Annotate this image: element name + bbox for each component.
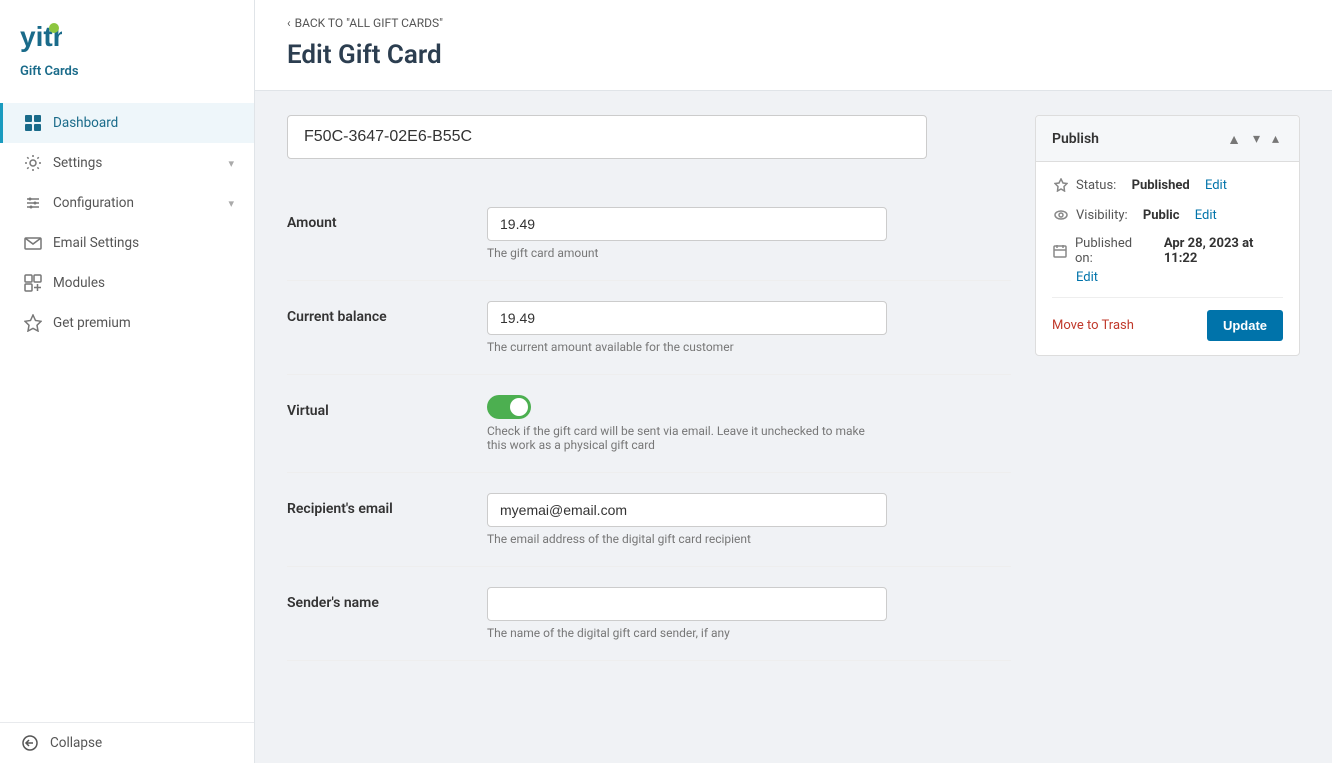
sidebar-item-get-premium[interactable]: Get premium xyxy=(0,303,254,343)
sidebar-item-email-settings[interactable]: Email Settings xyxy=(0,223,254,263)
virtual-toggle-wrap: ✓ xyxy=(487,395,887,419)
amount-input[interactable] xyxy=(487,207,887,241)
page-content-wrapper: Amount The gift card amount Current bala… xyxy=(255,91,1332,685)
balance-field: Current balance The current amount avail… xyxy=(287,281,1011,375)
sidebar-item-settings[interactable]: Settings ▾ xyxy=(0,143,254,183)
sender-name-help: The name of the digital gift card sender… xyxy=(487,626,887,640)
content-area: ‹ BACK TO "ALL GIFT CARDS" Edit Gift Car… xyxy=(255,0,1332,763)
premium-icon xyxy=(23,313,43,333)
published-label: Published on: xyxy=(1075,236,1149,266)
publish-actions: Move to Trash Update xyxy=(1052,297,1283,341)
publish-panel: Publish ▲ ▾ ▴ Status: Published E xyxy=(1035,115,1300,356)
balance-content: The current amount available for the cus… xyxy=(487,301,887,354)
collapse-icon xyxy=(20,733,40,753)
virtual-content: ✓ Check if the gift card will be sent vi… xyxy=(487,395,887,452)
logo-icon: yith xyxy=(20,18,62,54)
logo-area: yith xyxy=(0,0,254,64)
sidebar-collapse-button[interactable]: Collapse xyxy=(0,722,254,763)
sender-name-content: The name of the digital gift card sender… xyxy=(487,587,887,640)
published-date-edit-link[interactable]: Edit xyxy=(1076,270,1283,285)
status-value: Published xyxy=(1132,178,1190,193)
move-to-trash-link[interactable]: Move to Trash xyxy=(1052,318,1134,333)
amount-field: Amount The gift card amount xyxy=(287,187,1011,281)
sidebar-item-modules[interactable]: Modules xyxy=(0,263,254,303)
sidebar-item-label: Settings xyxy=(53,155,102,171)
sidebar-subtitle: Gift Cards xyxy=(0,64,254,95)
sidebar-item-label: Configuration xyxy=(53,195,134,211)
publish-status-row: Status: Published Edit xyxy=(1052,176,1283,194)
status-edit-link[interactable]: Edit xyxy=(1205,178,1227,193)
settings-icon xyxy=(23,153,43,173)
sidebar-item-label: Get premium xyxy=(53,315,131,331)
amount-content: The gift card amount xyxy=(487,207,887,260)
calendar-icon xyxy=(1052,242,1069,260)
publish-date-row: Published on: Apr 28, 2023 at 11:22 xyxy=(1052,236,1283,266)
status-icon xyxy=(1052,176,1070,194)
publish-collapse-up-button[interactable]: ▲ xyxy=(1223,128,1245,149)
amount-label: Amount xyxy=(287,207,487,231)
visibility-edit-link[interactable]: Edit xyxy=(1195,208,1217,223)
visibility-value: Public xyxy=(1143,208,1180,223)
virtual-field: Virtual ✓ Check if the gift card will be… xyxy=(287,375,1011,473)
visibility-icon xyxy=(1052,206,1070,224)
sidebar-item-label: Dashboard xyxy=(53,115,118,131)
gift-card-code-input[interactable] xyxy=(287,115,927,159)
chevron-down-icon: ▾ xyxy=(228,157,234,170)
publish-close-button[interactable]: ▴ xyxy=(1268,128,1283,149)
sidebar-item-configuration[interactable]: Configuration ▾ xyxy=(0,183,254,223)
sidebar-item-label: Email Settings xyxy=(53,235,139,251)
dashboard-icon xyxy=(23,113,43,133)
configuration-icon xyxy=(23,193,43,213)
publish-panel-header: Publish ▲ ▾ ▴ xyxy=(1036,116,1299,162)
sender-name-field: Sender's name The name of the digital gi… xyxy=(287,567,1011,661)
form-main: Amount The gift card amount Current bala… xyxy=(287,115,1011,661)
amount-help: The gift card amount xyxy=(487,246,887,260)
publish-visibility-row: Visibility: Public Edit xyxy=(1052,206,1283,224)
recipient-email-help: The email address of the digital gift ca… xyxy=(487,532,887,546)
collapse-label: Collapse xyxy=(50,735,102,751)
recipient-email-label: Recipient's email xyxy=(287,493,487,517)
publish-collapse-down-button[interactable]: ▾ xyxy=(1249,128,1264,149)
publish-panel-controls: ▲ ▾ ▴ xyxy=(1223,128,1283,149)
balance-help: The current amount available for the cus… xyxy=(487,340,887,354)
virtual-help: Check if the gift card will be sent via … xyxy=(487,424,887,452)
chevron-down-icon: ▾ xyxy=(228,197,234,210)
balance-input[interactable] xyxy=(487,301,887,335)
gift-card-code-field xyxy=(287,115,1011,159)
visibility-label: Visibility: xyxy=(1076,208,1128,223)
recipient-email-content: The email address of the digital gift ca… xyxy=(487,493,887,546)
sidebar-nav: Dashboard Settings ▾ Configuration ▾ Ema… xyxy=(0,95,254,722)
publish-panel-body: Status: Published Edit Visibility: Publi… xyxy=(1036,162,1299,355)
recipient-email-field: Recipient's email The email address of t… xyxy=(287,473,1011,567)
virtual-label: Virtual xyxy=(287,395,487,419)
sender-name-label: Sender's name xyxy=(287,587,487,611)
modules-icon xyxy=(23,273,43,293)
main-content: ‹ BACK TO "ALL GIFT CARDS" Edit Gift Car… xyxy=(255,0,1332,763)
toggle-check-icon: ✓ xyxy=(517,400,526,413)
status-label: Status: xyxy=(1076,178,1116,193)
sidebar: yith Gift Cards Dashboard Settings ▾ Con… xyxy=(0,0,255,763)
back-link[interactable]: ‹ BACK TO "ALL GIFT CARDS" xyxy=(287,16,1300,30)
sender-name-input[interactable] xyxy=(487,587,887,621)
published-date: Apr 28, 2023 at 11:22 xyxy=(1164,236,1283,266)
update-button[interactable]: Update xyxy=(1207,310,1283,341)
recipient-email-input[interactable] xyxy=(487,493,887,527)
balance-label: Current balance xyxy=(287,301,487,325)
email-icon xyxy=(23,233,43,253)
virtual-toggle[interactable]: ✓ xyxy=(487,395,531,419)
page-header: ‹ BACK TO "ALL GIFT CARDS" Edit Gift Car… xyxy=(255,0,1332,91)
back-link-label: BACK TO "ALL GIFT CARDS" xyxy=(295,16,443,30)
page-title: Edit Gift Card xyxy=(287,40,1300,70)
sidebar-item-label: Modules xyxy=(53,275,105,291)
sidebar-item-dashboard[interactable]: Dashboard xyxy=(0,103,254,143)
back-chevron-icon: ‹ xyxy=(287,16,291,30)
publish-panel-title: Publish xyxy=(1052,131,1099,147)
